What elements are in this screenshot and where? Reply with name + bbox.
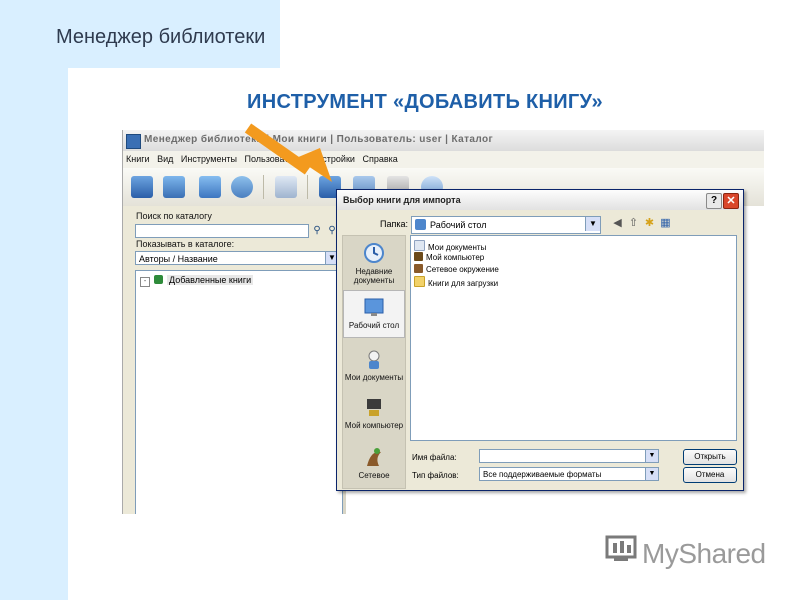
place-label: Мой компьютер — [344, 421, 404, 430]
place-label: Сетевое — [358, 471, 390, 480]
myshared-logo-icon — [605, 535, 637, 561]
view-menu-icon[interactable]: ▦ — [659, 217, 672, 230]
dialog-titlebar: Выбор книги для импорта ? ✕ — [337, 190, 743, 210]
place-network[interactable]: Сетевое — [343, 446, 405, 480]
file-list: Мои документы Мой компьютер Сетевое окру… — [410, 235, 737, 441]
chevron-down-icon[interactable]: ▼ — [645, 468, 658, 480]
place-my-documents[interactable]: Мои документы — [343, 348, 405, 382]
file-item-books-folder[interactable]: Книги для загрузки — [414, 276, 498, 288]
myshared-logo: MyShared — [642, 538, 766, 569]
cancel-button[interactable]: Отмена — [683, 467, 737, 483]
new-folder-icon[interactable]: ✱ — [643, 217, 656, 230]
filetype-select[interactable]: Все поддерживаемые форматы ▼ — [479, 467, 659, 481]
help-button[interactable]: ? — [706, 193, 722, 209]
file-item-label: Мои документы — [428, 243, 487, 252]
add-book-icon[interactable] — [131, 176, 153, 198]
place-label: Мои документы — [344, 373, 404, 382]
chevron-down-icon[interactable]: ▼ — [585, 217, 600, 231]
place-label: Рабочий стол — [348, 321, 400, 330]
catalog-tree: -Добавленные книги 0/ — [135, 270, 350, 514]
menu-tools[interactable]: Инструменты — [181, 151, 237, 168]
places-bar: Недавние документы Рабочий стол Мои доку… — [342, 235, 406, 489]
menu-help[interactable]: Справка — [362, 151, 397, 168]
desktop-icon — [415, 219, 426, 230]
file-item-label: Мой компьютер — [426, 253, 485, 262]
dialog-title: Выбор книги для импорта — [343, 195, 461, 205]
folder-select[interactable]: Рабочий стол ▼ — [411, 216, 601, 234]
place-desktop[interactable]: Рабочий стол — [343, 290, 405, 338]
slide-header: Менеджер библиотеки — [56, 26, 266, 48]
filetype-value: Все поддерживаемые форматы — [483, 470, 602, 479]
close-button[interactable]: ✕ — [723, 193, 739, 209]
expand-toggle-icon[interactable]: - — [140, 277, 150, 287]
app-icon — [126, 134, 141, 149]
folder-label: Папка: — [380, 219, 408, 229]
app-titlebar: Менеджер библиотеки | Мои книги | Пользо… — [123, 130, 764, 151]
filename-input[interactable]: ▼ — [479, 449, 659, 463]
chevron-down-icon[interactable]: ▼ — [645, 450, 658, 462]
filetype-label: Тип файлов: — [412, 471, 459, 480]
open-button[interactable]: Открыть — [683, 449, 737, 465]
file-item-my-computer[interactable]: Мой компьютер — [414, 252, 484, 262]
tree-item-label: Добавленные книги — [167, 275, 254, 285]
catalog-panel: Поиск по каталогу ⚲ ⚲ Показывать в катал… — [123, 206, 350, 514]
back-icon[interactable]: ◀ — [611, 217, 624, 230]
catalog-search-input[interactable] — [135, 224, 309, 238]
show-select-value: Авторы / Название — [139, 254, 218, 264]
menu-books[interactable]: Книги — [126, 151, 150, 168]
place-label: Недавние документы — [353, 267, 395, 285]
file-item-label: Книги для загрузки — [428, 279, 499, 288]
network-icon — [414, 264, 423, 273]
folder-node-icon — [154, 275, 163, 284]
place-recent[interactable]: Недавние документы — [343, 242, 405, 285]
my-documents-icon — [368, 350, 380, 369]
3d-icon[interactable] — [199, 176, 221, 198]
network-icon — [367, 448, 381, 466]
left-band — [0, 0, 68, 600]
file-item-network[interactable]: Сетевое окружение — [414, 264, 499, 274]
folder-select-value: Рабочий стол — [430, 220, 487, 230]
my-computer-icon — [367, 399, 381, 416]
filename-label: Имя файла: — [412, 453, 457, 462]
menu-view[interactable]: Вид — [157, 151, 173, 168]
import-dialog: Выбор книги для импорта ? ✕ Папка: Рабоч… — [336, 189, 744, 491]
show-in-catalog-select[interactable]: Авторы / Название ▼ — [135, 251, 339, 265]
up-folder-icon[interactable]: ⇧ — [627, 217, 640, 230]
place-my-computer[interactable]: Мой компьютер — [343, 396, 405, 430]
show-label: Показывать в каталоге: — [136, 239, 235, 249]
app-menubar: Книги Вид Инструменты Пользователи Настр… — [123, 151, 764, 168]
pointer-arrow-icon — [244, 123, 332, 182]
my-computer-icon — [414, 252, 423, 261]
recent-documents-icon — [364, 243, 384, 263]
authors-icon[interactable] — [163, 176, 185, 198]
search-go-icon[interactable]: ⚲ — [311, 225, 323, 237]
file-item-label: Сетевое окружение — [426, 265, 499, 274]
tree-item[interactable]: - Добавленные книги — [140, 275, 254, 287]
my-documents-icon — [414, 240, 425, 251]
desktop-icon — [364, 298, 384, 316]
search-label: Поиск по каталогу — [136, 211, 212, 221]
folder-icon — [414, 276, 425, 287]
slide-title: ИНСТРУМЕНТ «ДОБАВИТЬ КНИГУ» — [247, 91, 603, 113]
file-item-my-documents[interactable]: Мои документы — [414, 240, 486, 252]
